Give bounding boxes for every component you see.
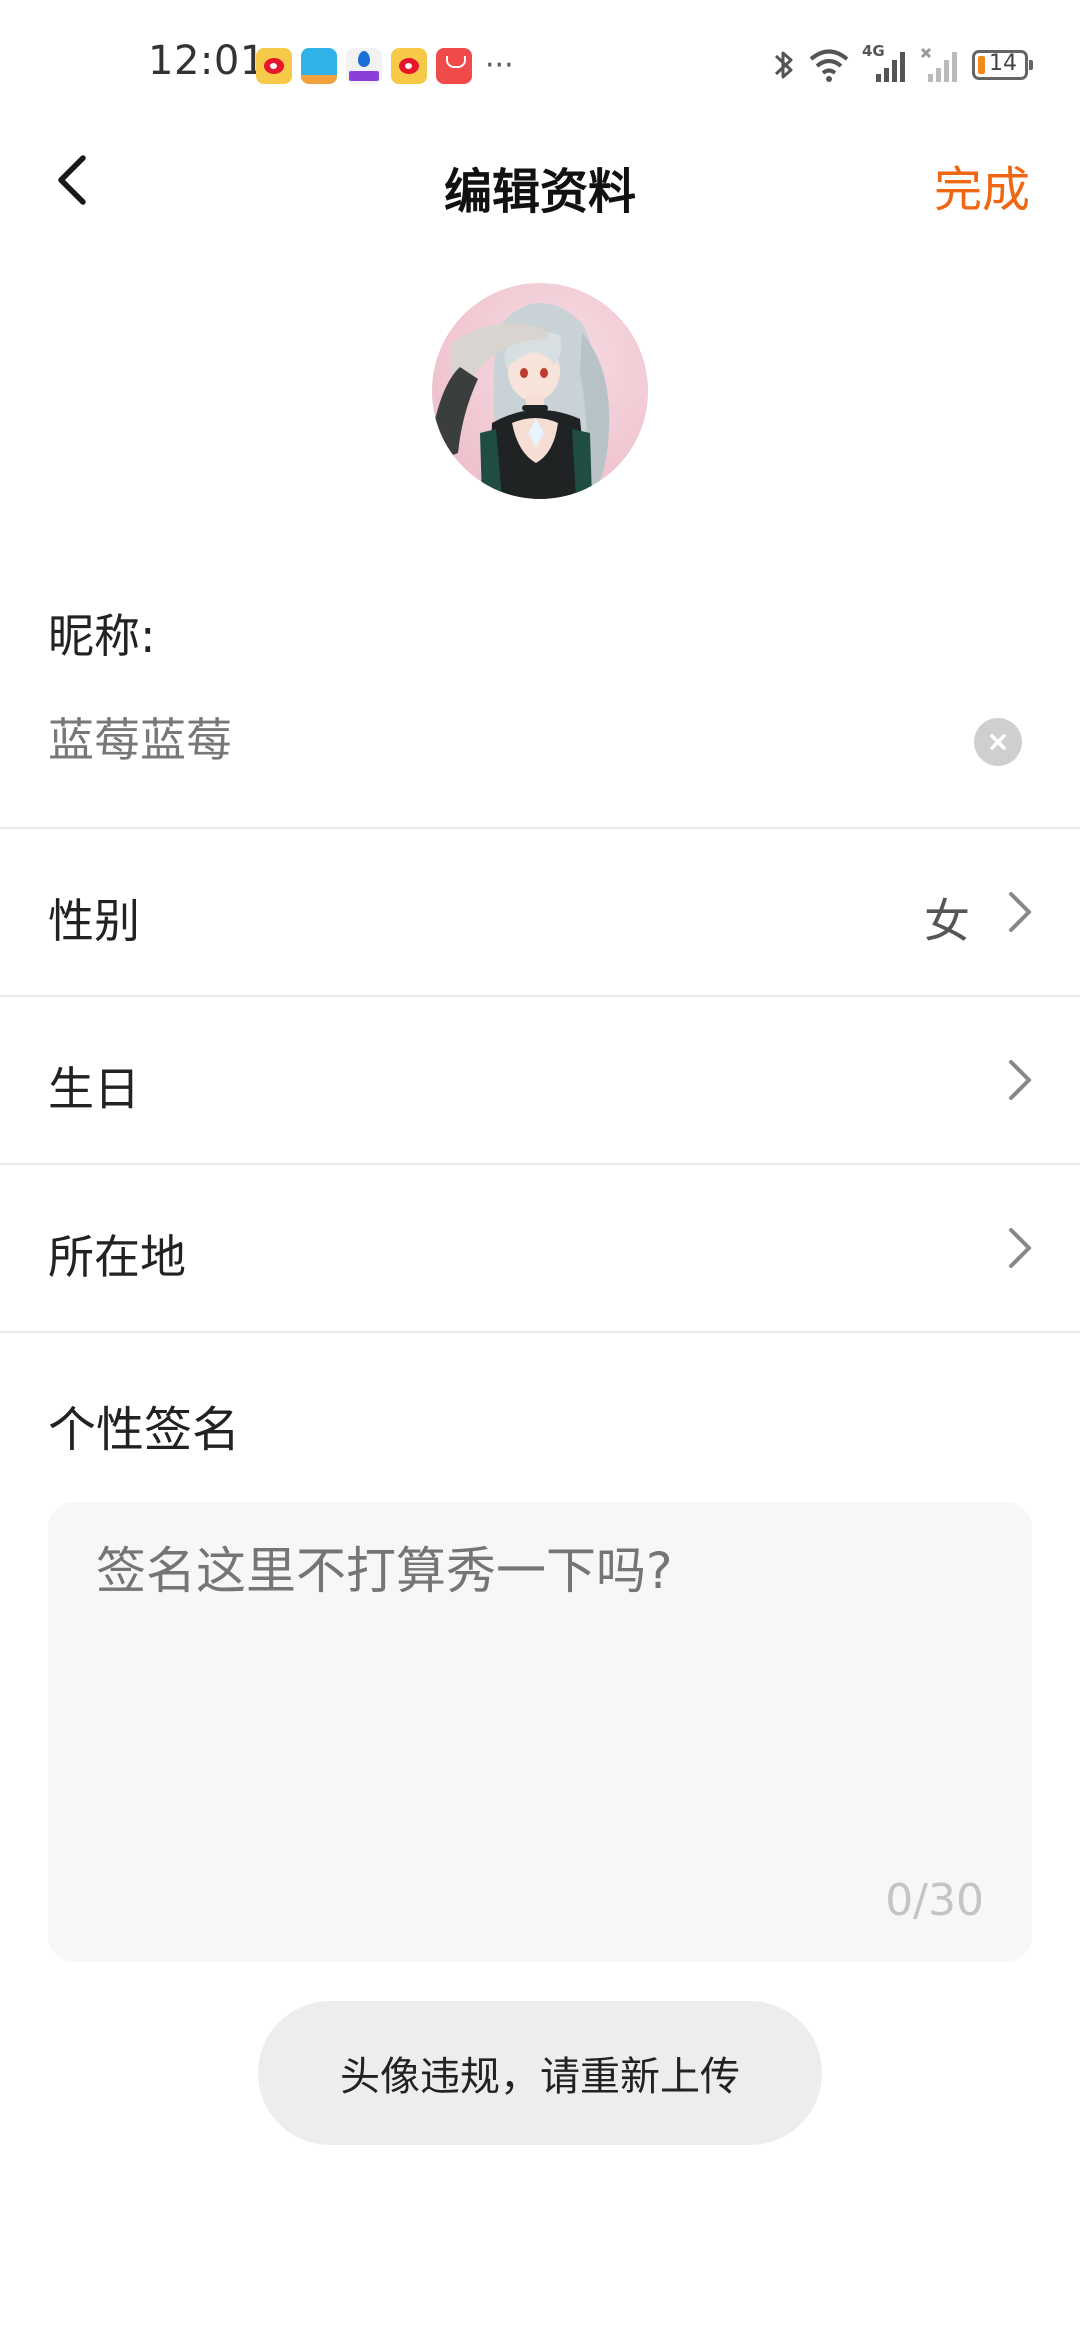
notification-icons: ··· [256,46,514,86]
bluetooth-icon [774,51,793,79]
signature-label: 个性签名 [48,1402,241,1458]
drop-app-icon [346,48,382,84]
no-signal-icon [920,47,957,82]
clear-nickname-button[interactable] [974,718,1022,766]
huawei-store-icon [436,48,472,84]
battery-icon: 14 [972,50,1033,80]
page-title: 编辑资料 [443,164,636,220]
chevron-right-icon [1009,1060,1031,1100]
location-label: 所在地 [48,1230,186,1284]
signature-box: 0/30 [48,1502,1032,1962]
signal-strength-icon: 4G [862,42,908,84]
avatar-image [432,303,610,499]
chevron-right-icon [1009,1228,1031,1268]
weibo-icon [256,48,292,84]
status-bar: 12:01 ··· 4G 14 [0,0,1080,130]
more-notifications-icon: ··· [485,48,514,83]
birthday-row[interactable]: 生日 [0,997,1080,1163]
nav-header: 编辑资料 完成 [0,130,1080,230]
avatar[interactable] [432,283,648,499]
location-row[interactable]: 所在地 [0,1165,1080,1331]
gender-value: 女 [924,894,970,948]
system-indicators: 4G 14 [772,42,1033,86]
nickname-label: 昵称: [48,609,156,663]
done-button[interactable]: 完成 [934,150,1030,220]
gender-label: 性别 [48,894,140,948]
battery-percent: 14 [989,51,1017,76]
signature-input[interactable] [96,1542,976,1600]
gender-row[interactable]: 性别 女 [0,829,1080,995]
close-icon [990,734,1006,750]
camel-app-icon [301,48,337,84]
toast-message: 头像违规，请重新上传 [258,2001,822,2145]
birthday-label: 生日 [48,1062,140,1116]
wifi-icon [809,49,849,82]
status-time: 12:01 [148,38,266,84]
signature-char-counter: 0/30 [885,1875,984,1926]
nickname-input[interactable] [48,710,948,764]
divider [0,1331,1080,1333]
chevron-right-icon [1009,892,1031,932]
battery-level [978,56,985,74]
weibo-icon [391,48,427,84]
